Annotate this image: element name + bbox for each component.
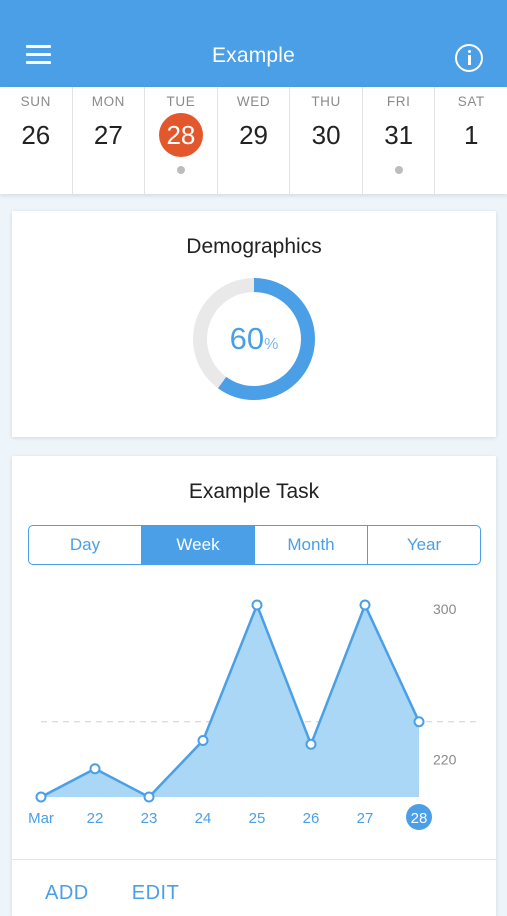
demographics-title: Demographics <box>186 235 322 258</box>
task-area-chart: 220 300 Mar 22 23 24 25 26 27 28 <box>28 599 480 830</box>
data-point <box>251 599 263 611</box>
day-number: 27 <box>93 120 123 150</box>
data-point <box>197 735 209 747</box>
x-tick-label: 24 <box>195 810 212 827</box>
day-name: THU <box>311 94 341 109</box>
day-name: SAT <box>457 94 485 109</box>
donut-label: 60% <box>192 277 316 401</box>
week-strip: SUN 26 MON 27 TUE 28 WED 29 THU 30 FRI 3… <box>0 87 507 194</box>
data-point <box>89 763 101 775</box>
event-dot-icon <box>176 166 185 174</box>
day-sat[interactable]: SAT 1 <box>435 87 507 194</box>
data-point <box>413 716 425 728</box>
card-divider <box>12 859 496 860</box>
x-tick-label: 26 <box>303 810 320 827</box>
day-fri[interactable]: FRI 31 <box>363 87 436 194</box>
task-title: Example Task <box>188 480 320 503</box>
x-tick-label: 23 <box>141 810 158 827</box>
day-tue[interactable]: TUE 28 <box>145 87 218 194</box>
donut-value: 60 <box>229 321 265 356</box>
segment-day[interactable]: Day <box>29 526 142 564</box>
x-tick-label: 25 <box>249 810 266 827</box>
day-name: TUE <box>166 94 196 109</box>
data-point <box>305 738 317 750</box>
app-title: Example <box>211 44 296 67</box>
day-number: 31 <box>384 120 414 150</box>
day-name: SUN <box>20 94 51 109</box>
info-icon[interactable] <box>455 44 483 72</box>
segment-month[interactable]: Month <box>255 526 368 564</box>
day-mon[interactable]: MON 27 <box>73 87 146 194</box>
x-tick-label: 22 <box>87 810 104 827</box>
event-dot-icon <box>394 166 403 174</box>
add-button[interactable]: ADD <box>45 882 89 904</box>
x-tick-label: Mar <box>28 810 54 827</box>
day-thu[interactable]: THU 30 <box>290 87 363 194</box>
segment-week[interactable]: Week <box>142 526 255 564</box>
card-actions: ADD EDIT <box>45 882 222 905</box>
data-point <box>359 599 371 611</box>
selected-day-number: 28 <box>158 113 203 157</box>
day-number: 29 <box>239 120 268 150</box>
day-name: WED <box>236 94 271 109</box>
x-tick-label: 27 <box>357 810 374 827</box>
demographics-card: Demographics 60% <box>12 211 496 437</box>
day-number: 30 <box>311 120 341 150</box>
day-name: FRI <box>386 94 411 109</box>
donut-unit: % <box>264 336 279 353</box>
day-name: MON <box>91 94 126 109</box>
y-tick-label: 300 <box>433 601 457 617</box>
app-bar: Example <box>0 0 507 87</box>
day-number: 26 <box>21 120 51 150</box>
data-point <box>35 791 47 803</box>
day-wed[interactable]: WED 29 <box>218 87 291 194</box>
day-sun[interactable]: SUN 26 <box>0 87 73 194</box>
day-number: 1 <box>464 120 479 150</box>
data-point <box>143 791 155 803</box>
segment-year[interactable]: Year <box>368 526 480 564</box>
period-segmented-control: Day Week Month Year <box>28 525 481 565</box>
task-card: Example Task Day Week Month Year 220 300 M… <box>12 456 496 916</box>
x-tick-label: 28 <box>411 810 428 827</box>
y-tick-label: 220 <box>433 751 457 767</box>
edit-button[interactable]: EDIT <box>132 882 180 904</box>
